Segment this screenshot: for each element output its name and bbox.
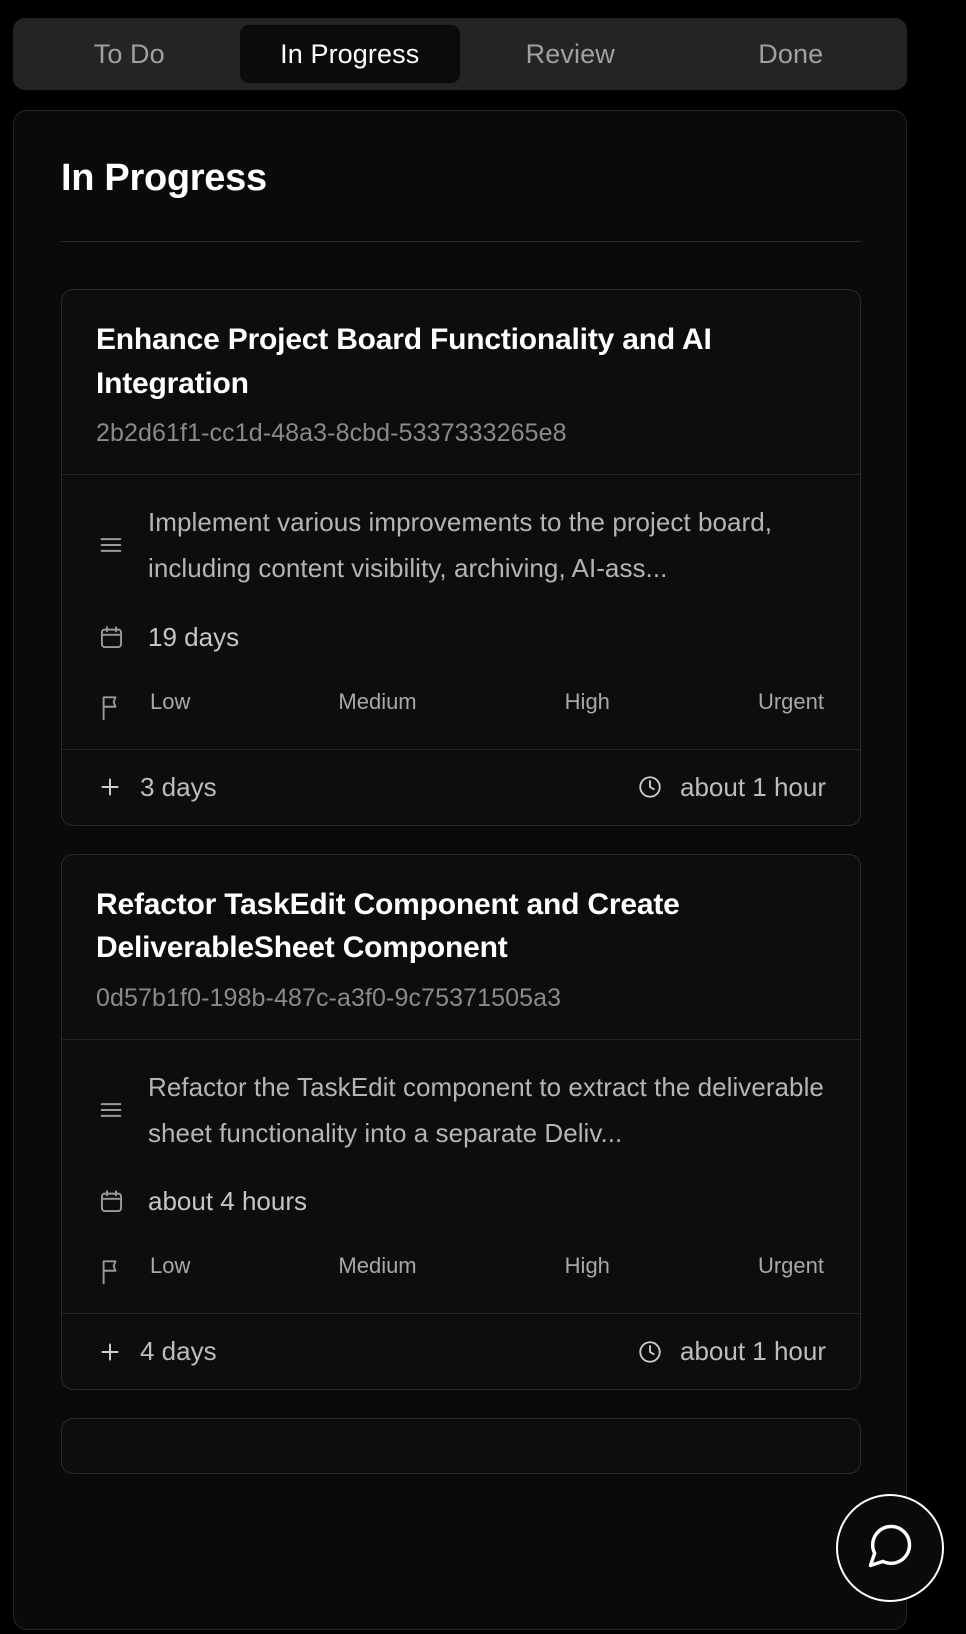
calendar-icon [96, 622, 126, 652]
task-updated-text: about 1 hour [679, 1336, 826, 1367]
flag-icon [96, 693, 126, 723]
task-age-item[interactable]: 3 days [96, 772, 217, 803]
task-duration: 19 days [148, 621, 240, 652]
task-card-footer: 4 days about 1 hour [62, 1313, 860, 1389]
priority-slider[interactable]: Low Medium High Urgent [148, 1253, 826, 1287]
priority-scale-labels: Low Medium High Urgent [148, 1253, 826, 1287]
column-title: In Progress [61, 157, 267, 199]
task-title: Enhance Project Board Functionality and … [96, 323, 712, 400]
list-lines-icon [96, 1095, 126, 1125]
task-priority-row: Low Medium High Urgent [96, 689, 826, 723]
priority-label-urgent: Urgent [757, 688, 824, 714]
tab-in-progress[interactable]: In Progress [239, 25, 460, 83]
flag-icon [96, 1257, 126, 1287]
status-tab-bar: To Do In Progress Review Done [13, 18, 907, 90]
task-duration-row: 19 days [96, 622, 826, 653]
clock-icon [636, 1338, 664, 1366]
calendar-icon [96, 1187, 126, 1217]
column-panel-in-progress: In Progress Enhance Project Board Functi… [13, 110, 907, 1630]
task-card-header[interactable]: Enhance Project Board Functionality and … [62, 290, 860, 474]
task-card-list: Enhance Project Board Functionality and … [61, 289, 861, 1502]
tab-in-progress-label: In Progress [280, 38, 420, 69]
task-description-row: Refactor the TaskEdit component to extra… [96, 1064, 826, 1157]
tab-review[interactable]: Review [460, 25, 681, 83]
task-card-header[interactable] [62, 1419, 860, 1473]
chat-fab-button[interactable] [836, 1494, 944, 1602]
plus-icon [96, 773, 124, 801]
tab-review-label: Review [525, 38, 615, 69]
task-updated-text: about 1 hour [679, 771, 826, 802]
tab-to-do-label: To Do [93, 38, 165, 69]
task-uuid: 2b2d61f1-cc1d-48a3-8cbd-5337333265e8 [96, 419, 567, 447]
priority-label-low: Low [150, 688, 191, 714]
task-description-row: Implement various improvements to the pr… [96, 499, 826, 592]
priority-label-high: High [564, 688, 610, 714]
task-age-item[interactable]: 4 days [96, 1336, 217, 1367]
tab-done-label: Done [758, 38, 824, 69]
chat-bubble-icon [864, 1520, 916, 1577]
task-age-text: 4 days [140, 1336, 217, 1367]
priority-label-urgent: Urgent [757, 1253, 824, 1279]
task-card[interactable]: Enhance Project Board Functionality and … [61, 289, 861, 826]
priority-scale-labels: Low Medium High Urgent [148, 689, 826, 723]
plus-icon [96, 1338, 124, 1366]
priority-label-medium: Medium [338, 1253, 417, 1279]
task-card-body: Refactor the TaskEdit component to extra… [62, 1038, 860, 1314]
task-uuid: 0d57b1f0-198b-487c-a3f0-9c75371505a3 [96, 983, 562, 1012]
clock-icon [636, 773, 664, 801]
task-card[interactable] [61, 1418, 861, 1475]
priority-label-high: High [564, 1253, 610, 1279]
task-updated-item[interactable]: about 1 hour [636, 1336, 826, 1367]
task-priority-row: Low Medium High Urgent [96, 1253, 826, 1287]
task-title: Refactor TaskEdit Component and Create D… [96, 887, 680, 965]
task-card-body: Implement various improvements to the pr… [62, 474, 860, 749]
priority-slider[interactable]: Low Medium High Urgent [148, 689, 826, 723]
priority-label-medium: Medium [338, 688, 417, 714]
task-duration-row: about 4 hours [96, 1186, 826, 1217]
tab-done[interactable]: Done [681, 25, 902, 83]
column-title-divider [61, 241, 861, 242]
task-description: Refactor the TaskEdit component to extra… [148, 1071, 824, 1148]
task-description: Implement various improvements to the pr… [148, 507, 772, 584]
task-card-header[interactable]: Refactor TaskEdit Component and Create D… [62, 855, 860, 1039]
tab-to-do[interactable]: To Do [19, 25, 240, 83]
task-age-text: 3 days [140, 771, 217, 802]
list-lines-icon [96, 530, 126, 560]
task-duration: about 4 hours [148, 1186, 308, 1217]
task-updated-item[interactable]: about 1 hour [636, 772, 826, 803]
task-card-footer: 3 days about 1 hour [62, 748, 860, 825]
task-card[interactable]: Refactor TaskEdit Component and Create D… [61, 853, 861, 1391]
priority-label-low: Low [150, 1253, 191, 1279]
